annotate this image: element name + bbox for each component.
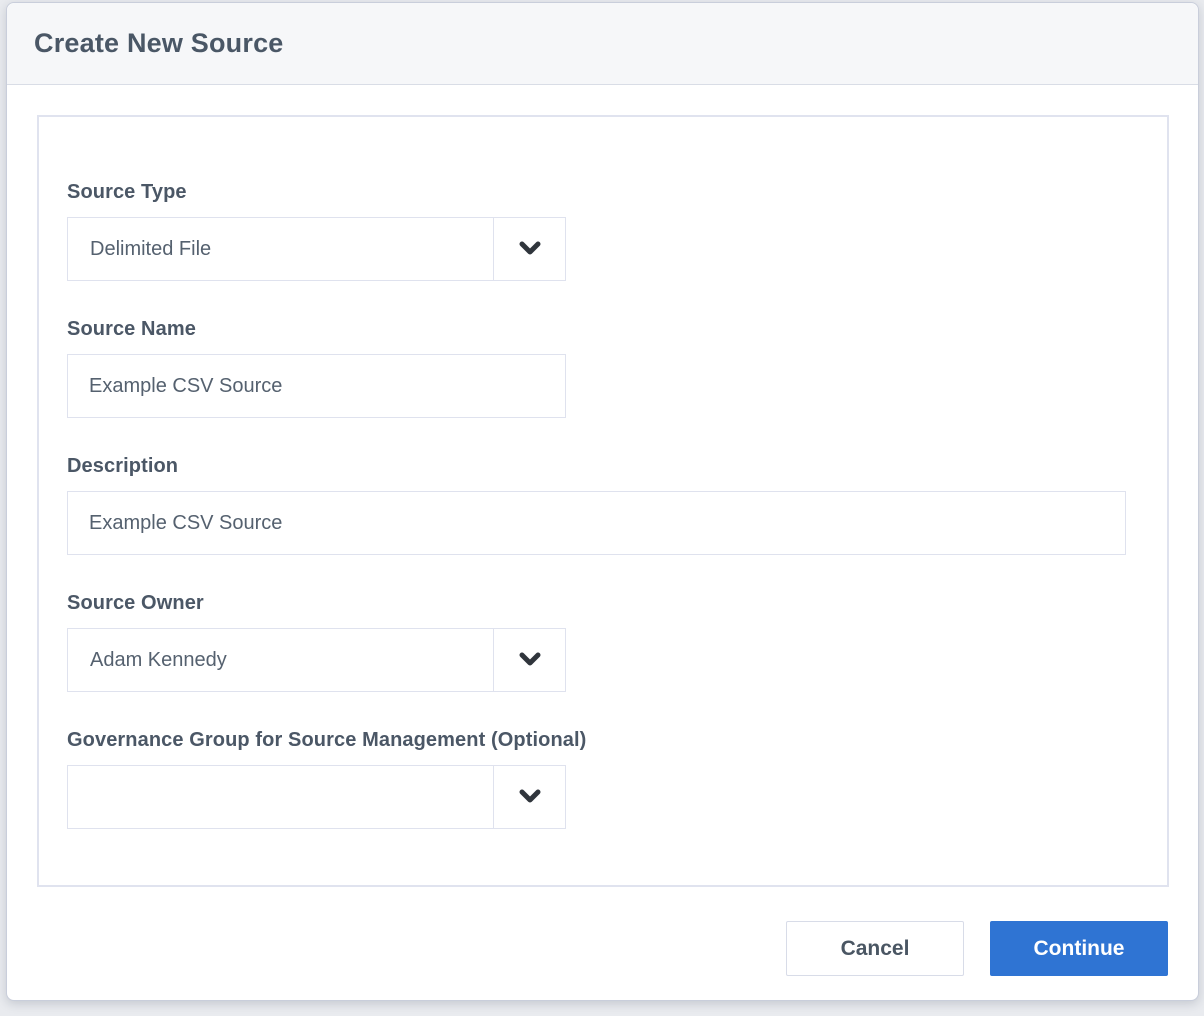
source-type-group: Source Type Delimited File (67, 181, 1126, 281)
chevron-down-icon[interactable] (494, 629, 565, 691)
governance-group-selected-value (68, 766, 494, 828)
source-owner-group: Source Owner Adam Kennedy (67, 592, 1126, 692)
continue-button[interactable]: Continue (990, 921, 1168, 976)
dialog-body: Source Type Delimited File Source Name D… (7, 85, 1198, 887)
source-owner-label: Source Owner (67, 592, 1126, 615)
governance-group-label: Governance Group for Source Management (… (67, 729, 1126, 752)
governance-group-group: Governance Group for Source Management (… (67, 729, 1126, 829)
cancel-button[interactable]: Cancel (786, 921, 964, 976)
chevron-down-icon[interactable] (494, 766, 565, 828)
source-type-select[interactable]: Delimited File (67, 217, 566, 281)
source-name-input[interactable] (67, 354, 566, 418)
dialog-header: Create New Source (7, 3, 1198, 85)
chevron-down-icon[interactable] (494, 218, 565, 280)
create-source-dialog: Create New Source Source Type Delimited … (6, 2, 1199, 1001)
dialog-title: Create New Source (34, 28, 284, 59)
description-input[interactable] (67, 491, 1126, 555)
source-type-label: Source Type (67, 181, 1126, 204)
description-group: Description (67, 455, 1126, 555)
source-owner-select[interactable]: Adam Kennedy (67, 628, 566, 692)
governance-group-select[interactable] (67, 765, 566, 829)
dialog-footer: Cancel Continue (7, 887, 1198, 1001)
source-owner-selected-value: Adam Kennedy (68, 629, 494, 691)
source-name-group: Source Name (67, 318, 1126, 418)
source-type-selected-value: Delimited File (68, 218, 494, 280)
description-label: Description (67, 455, 1126, 478)
source-name-label: Source Name (67, 318, 1126, 341)
form-panel: Source Type Delimited File Source Name D… (37, 115, 1169, 887)
